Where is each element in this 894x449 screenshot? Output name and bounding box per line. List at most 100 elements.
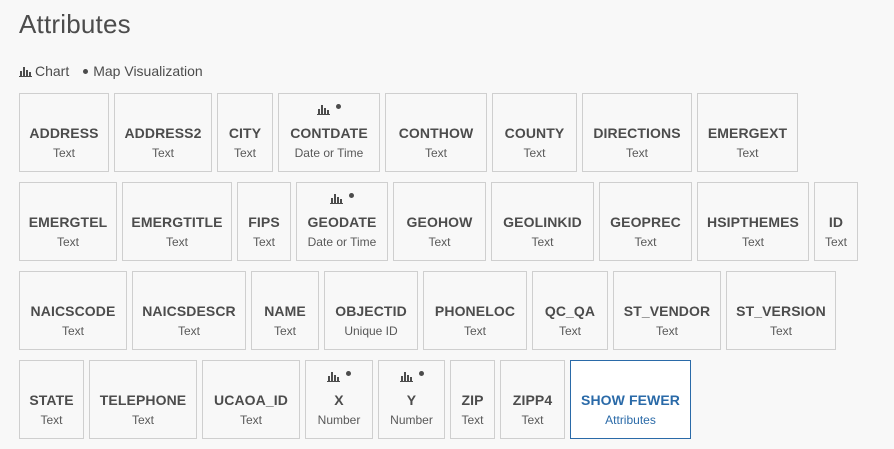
attribute-card[interactable]: GEOPREC Text xyxy=(599,182,692,261)
attribute-card[interactable]: Y Number xyxy=(378,360,445,439)
attribute-card[interactable]: EMERGTEL Text xyxy=(19,182,117,261)
attribute-card[interactable]: UCAOA_ID Text xyxy=(202,360,300,439)
attribute-card[interactable]: GEOHOW Text xyxy=(393,182,486,261)
attribute-card[interactable]: ST_VENDOR Text xyxy=(613,271,721,350)
attribute-type: Text xyxy=(424,146,447,160)
dot-icon xyxy=(346,371,351,376)
attribute-name: GEODATE xyxy=(307,214,377,230)
attribute-type: Text xyxy=(165,235,188,249)
attribute-card[interactable]: TELEPHONE Text xyxy=(89,360,197,439)
show-fewer-button[interactable]: SHOW FEWER Attributes xyxy=(570,360,691,439)
attribute-name: SHOW FEWER xyxy=(581,392,680,408)
attribute-name: COUNTY xyxy=(504,125,565,141)
attribute-row: ADDRESS Text ADDRESS2 Text CITY Text CONTDATE D… xyxy=(19,93,894,172)
bar-chart-icon xyxy=(19,66,32,77)
attribute-card[interactable]: FIPS Text xyxy=(237,182,291,261)
attribute-name: EMERGEXT xyxy=(707,125,788,141)
attribute-card[interactable]: GEODATE Date or Time xyxy=(296,182,388,261)
attribute-card[interactable]: EMERGEXT Text xyxy=(697,93,798,172)
attribute-name: GEOLINKID xyxy=(503,214,582,230)
attribute-card[interactable]: ST_VERSION Text xyxy=(726,271,836,350)
attribute-name: ID xyxy=(828,214,844,230)
page-title: Attributes xyxy=(19,9,131,39)
attribute-name: OBJECTID xyxy=(335,303,407,319)
attribute-type: Text xyxy=(625,146,648,160)
attribute-card[interactable]: NAICSDESCR Text xyxy=(132,271,246,350)
legend-map: Map Visualization xyxy=(83,63,203,79)
attribute-type: Unique ID xyxy=(344,324,398,338)
attribute-type: Number xyxy=(317,413,361,427)
attribute-card[interactable]: QC_QA Text xyxy=(532,271,608,350)
attribute-card[interactable]: ZIPP4 Text xyxy=(500,360,565,439)
attribute-name: GEOPREC xyxy=(610,214,681,230)
attribute-name: EMERGTEL xyxy=(28,214,108,230)
dot-icon xyxy=(349,193,354,198)
legend: Chart Map Visualization xyxy=(19,61,217,81)
attribute-name: NAICSDESCR xyxy=(142,303,236,319)
attribute-card[interactable]: PHONELOC Text xyxy=(423,271,527,350)
attribute-card[interactable]: ADDRESS2 Text xyxy=(114,93,212,172)
attribute-name: ZIPP4 xyxy=(512,392,553,408)
attribute-name: ADDRESS xyxy=(29,125,99,141)
attribute-card[interactable]: ZIP Text xyxy=(450,360,495,439)
bar-chart-icon xyxy=(399,372,413,382)
attribute-type: Text xyxy=(273,324,296,338)
attribute-name: ST_VENDOR xyxy=(623,303,711,319)
attribute-name: HSIPTHEMES xyxy=(706,214,799,230)
attribute-type: Text xyxy=(52,146,75,160)
attribute-type: Date or Time xyxy=(294,146,364,160)
attribute-type: Text xyxy=(769,324,792,338)
attribute-card[interactable]: CITY Text xyxy=(217,93,273,172)
attribute-type: Text xyxy=(634,235,657,249)
attribute-card[interactable]: ID Text xyxy=(814,182,858,261)
attribute-name: STATE xyxy=(29,392,74,408)
attribute-row: STATE Text TELEPHONE Text UCAOA_ID Text X Numbe… xyxy=(19,360,894,439)
dot-icon xyxy=(336,104,341,109)
bar-chart-icon xyxy=(317,105,330,115)
attribute-type: Text xyxy=(461,413,484,427)
attribute-card[interactable]: GEOLINKID Text xyxy=(491,182,594,261)
attribute-type: Text xyxy=(239,413,262,427)
attribute-type: Text xyxy=(252,235,275,249)
legend-chart-label: Chart xyxy=(35,63,70,79)
attribute-type: Text xyxy=(56,235,79,249)
attribute-card[interactable]: CONTHOW Text xyxy=(385,93,487,172)
attribute-name: CONTDATE xyxy=(290,125,368,141)
attribute-card[interactable]: NAME Text xyxy=(251,271,319,350)
attribute-type: Text xyxy=(177,324,200,338)
attribute-name: NAICSCODE xyxy=(30,303,116,319)
legend-map-label: Map Visualization xyxy=(93,63,203,79)
attribute-icons xyxy=(297,193,387,207)
attribute-name: NAME xyxy=(264,303,306,319)
attribute-name: X xyxy=(334,392,344,408)
attribute-type: Number xyxy=(390,413,433,427)
bar-chart-icon xyxy=(327,372,340,382)
attribute-type: Text xyxy=(61,324,84,338)
attribute-name: FIPS xyxy=(248,214,280,230)
attribute-name: PHONELOC xyxy=(434,303,516,319)
attribute-card[interactable]: OBJECTID Unique ID xyxy=(324,271,418,350)
attribute-card[interactable]: ADDRESS Text xyxy=(19,93,109,172)
attribute-type: Text xyxy=(741,235,764,249)
attribute-type: Text xyxy=(521,413,544,427)
attribute-name: QC_QA xyxy=(544,303,596,319)
attribute-card[interactable]: CONTDATE Date or Time xyxy=(278,93,380,172)
attribute-name: DIRECTIONS xyxy=(593,125,681,141)
attribute-type: Text xyxy=(151,146,174,160)
attribute-card[interactable]: DIRECTIONS Text xyxy=(582,93,692,172)
attribute-card[interactable]: X Number xyxy=(305,360,373,439)
attribute-type: Text xyxy=(523,146,546,160)
attribute-type: Text xyxy=(428,235,451,249)
attribute-card[interactable]: NAICSCODE Text xyxy=(19,271,127,350)
attribute-type: Attributes xyxy=(605,413,656,427)
attribute-type: Text xyxy=(558,324,581,338)
attribute-name: ADDRESS2 xyxy=(124,125,202,141)
attribute-type: Text xyxy=(736,146,759,160)
attribute-card[interactable]: EMERGTITLE Text xyxy=(122,182,232,261)
attribute-card[interactable]: COUNTY Text xyxy=(492,93,577,172)
dot-icon xyxy=(83,68,89,74)
attribute-card[interactable]: STATE Text xyxy=(19,360,84,439)
attribute-card[interactable]: HSIPTHEMES Text xyxy=(697,182,809,261)
attribute-type: Text xyxy=(233,146,256,160)
attribute-name: TELEPHONE xyxy=(99,392,187,408)
